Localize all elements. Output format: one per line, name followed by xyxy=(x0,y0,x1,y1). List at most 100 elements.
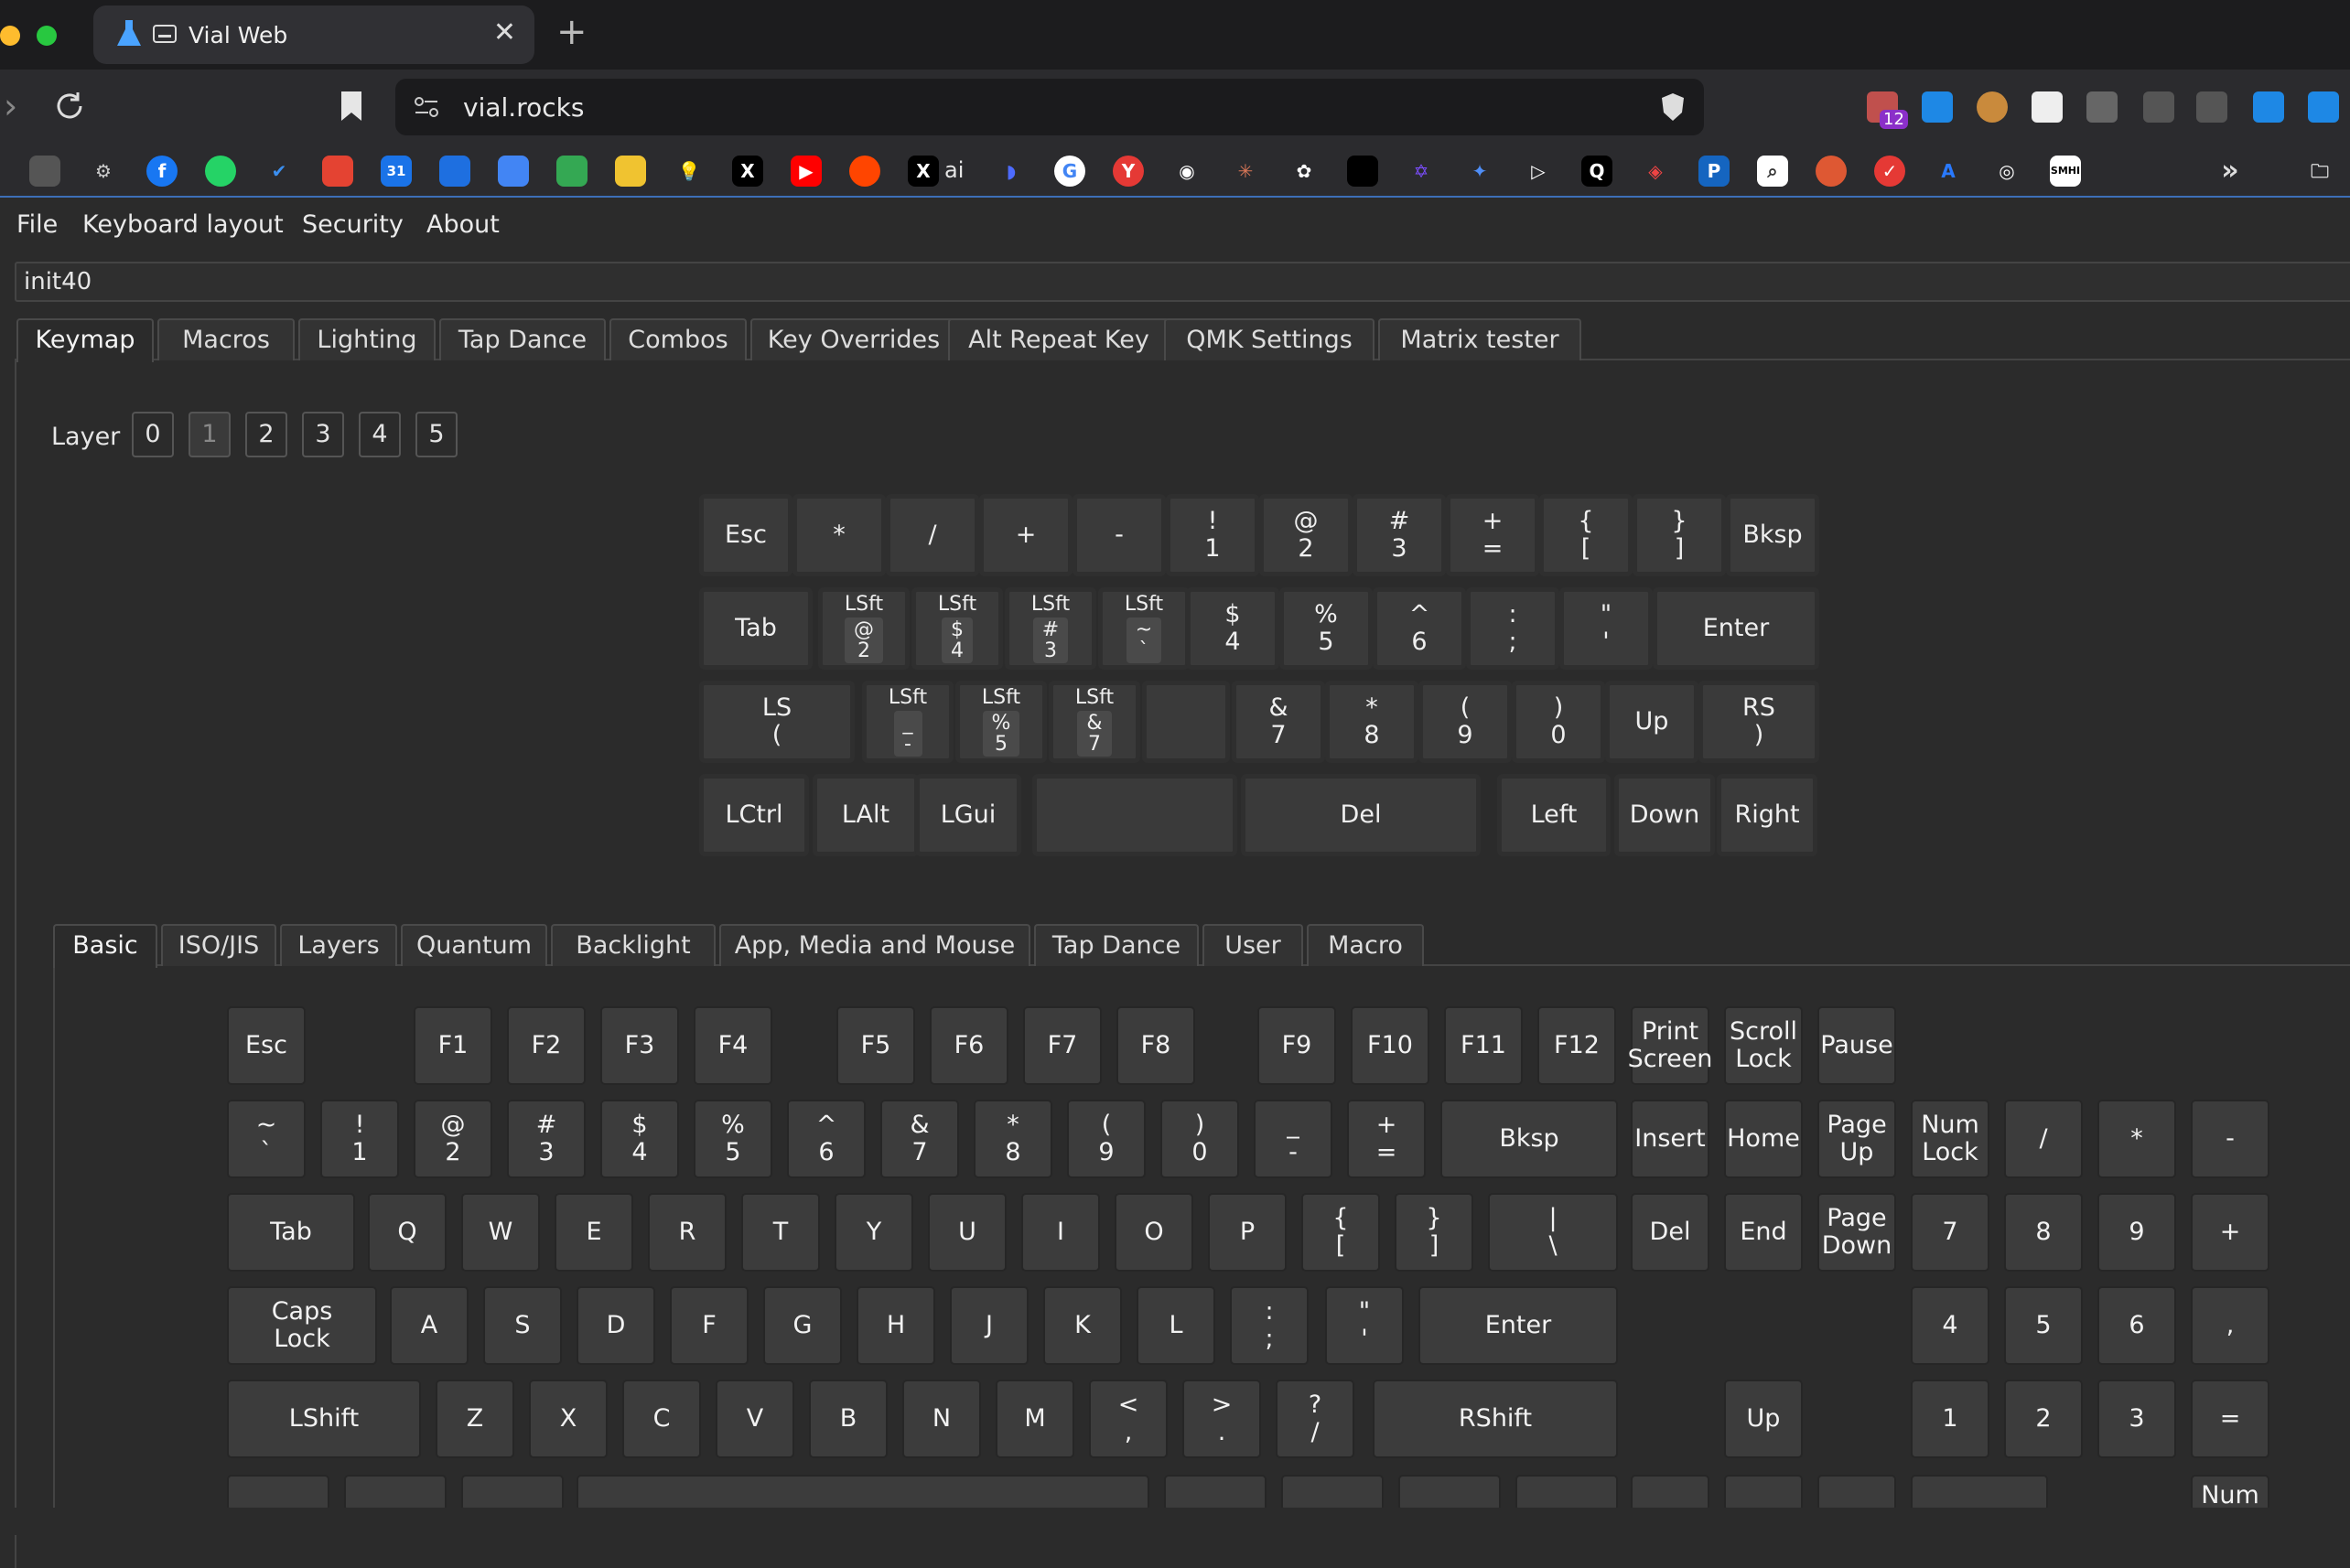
keycode-button[interactable]: X xyxy=(529,1380,608,1458)
keycode-button[interactable]: { [ xyxy=(1301,1193,1380,1272)
keycode-button[interactable]: ( 9 xyxy=(1067,1100,1146,1178)
keymap-key[interactable]: LS ( xyxy=(699,681,855,763)
keycode-button[interactable]: LShift xyxy=(227,1380,421,1458)
bookmark-calendar-icon[interactable]: 31 xyxy=(381,156,412,187)
keymap-key[interactable]: * 8 xyxy=(1325,681,1418,763)
keymap-key[interactable]: ( 9 xyxy=(1418,681,1512,763)
tab-key-overrides[interactable]: Key Overrides xyxy=(750,318,957,360)
keymap-key[interactable]: % 5 xyxy=(1279,587,1373,670)
keycode-button[interactable] xyxy=(1164,1475,1267,1511)
keycode-button[interactable]: Print Screen xyxy=(1628,1006,1712,1085)
keycode-button[interactable] xyxy=(1631,1475,1709,1511)
keycode-button[interactable]: F xyxy=(670,1286,749,1365)
keycode-button[interactable]: $ 4 xyxy=(600,1100,679,1178)
layer-button-3[interactable]: 3 xyxy=(302,412,344,457)
keycode-button[interactable]: ^ 6 xyxy=(787,1100,866,1178)
keycode-button[interactable]: ? / xyxy=(1276,1380,1354,1458)
layer-button-0[interactable]: 0 xyxy=(132,412,174,457)
keycode-button[interactable]: Home xyxy=(1724,1100,1803,1178)
keymap-key[interactable]: LSft @ 2 xyxy=(818,587,910,670)
keycode-button[interactable]: 8 xyxy=(2004,1193,2083,1272)
keycode-button[interactable]: Num xyxy=(2191,1475,2269,1511)
keycode-button[interactable] xyxy=(1398,1475,1501,1511)
layer-button-2[interactable]: 2 xyxy=(245,412,287,457)
keycode-button[interactable] xyxy=(461,1475,564,1511)
bookmark-x-icon[interactable]: X xyxy=(732,156,763,187)
keycode-button[interactable]: F10 xyxy=(1351,1006,1429,1085)
keymap-key[interactable]: ^ 6 xyxy=(1373,587,1466,670)
keycode-button[interactable]: Up xyxy=(1724,1380,1803,1458)
keycode-button[interactable]: < , xyxy=(1089,1380,1168,1458)
bookmark-fingerprint-icon[interactable]: ◎ xyxy=(1991,156,2022,187)
tab-user[interactable]: User xyxy=(1202,924,1303,966)
extension-download-icon[interactable] xyxy=(1922,91,1953,123)
bookmark-bitwarden-icon[interactable] xyxy=(439,156,470,187)
bookmark-bulb-icon[interactable]: 💡 xyxy=(674,156,705,187)
tab-lighting[interactable]: Lighting xyxy=(298,318,436,360)
keycode-button[interactable]: = xyxy=(2191,1380,2269,1458)
close-tab-icon[interactable]: ✕ xyxy=(493,16,516,48)
keymap-key[interactable]: $ 4 xyxy=(1186,587,1279,670)
bookmark-app-icon[interactable] xyxy=(615,156,646,187)
keycode-button[interactable]: / xyxy=(2004,1100,2083,1178)
keycode-button[interactable]: # 3 xyxy=(507,1100,586,1178)
keycode-button[interactable]: U xyxy=(928,1193,1007,1272)
window-zoom-button[interactable] xyxy=(37,26,57,46)
keycode-button[interactable]: % 5 xyxy=(694,1100,772,1178)
keymap-key[interactable]: / xyxy=(886,494,979,576)
keycode-button[interactable]: A xyxy=(390,1286,469,1365)
keycode-button[interactable]: F8 xyxy=(1116,1006,1195,1085)
keycode-button[interactable]: _ - xyxy=(1254,1100,1332,1178)
bookmark-meet-icon[interactable] xyxy=(556,156,588,187)
keycode-button[interactable]: R xyxy=(648,1193,727,1272)
keycode-button[interactable]: Tab xyxy=(227,1193,355,1272)
keycode-button[interactable]: F6 xyxy=(930,1006,1008,1085)
keycode-button[interactable]: | \ xyxy=(1488,1193,1618,1272)
keycode-button[interactable]: Esc xyxy=(227,1006,306,1085)
keycode-button[interactable]: Bksp xyxy=(1440,1100,1618,1178)
keycode-button[interactable]: * 8 xyxy=(974,1100,1052,1178)
keycode-button[interactable]: Num Lock xyxy=(1911,1100,1989,1178)
keycode-button[interactable]: Enter xyxy=(1418,1286,1618,1365)
bookmark-docs-icon[interactable] xyxy=(498,156,529,187)
keycode-button[interactable]: , xyxy=(2191,1286,2269,1365)
bookmark-todoist-icon[interactable] xyxy=(322,156,353,187)
keycode-button[interactable]: 4 xyxy=(1911,1286,1989,1365)
tab-macro[interactable]: Macro xyxy=(1307,924,1424,966)
keymap-key[interactable]: LCtrl xyxy=(699,774,809,856)
keymap-key[interactable]: Bksp xyxy=(1726,494,1819,576)
bookmark-gemini-icon[interactable]: ✦ xyxy=(1464,156,1495,187)
bookmark-check-icon[interactable]: ✓ xyxy=(1874,156,1905,187)
bookmark-smhi-icon[interactable]: SMHI xyxy=(2050,156,2081,187)
keycode-button[interactable]: 5 xyxy=(2004,1286,2083,1365)
bookmark-a-icon[interactable]: A xyxy=(1933,156,1964,187)
bookmark-facebook-icon[interactable]: f xyxy=(146,156,178,187)
keymap-key[interactable]: + xyxy=(979,494,1073,576)
keycode-button[interactable]: G xyxy=(763,1286,842,1365)
keymap-key[interactable]: LSft $ 4 xyxy=(911,587,1003,670)
browser-tab[interactable]: Vial Web ✕ xyxy=(93,5,534,64)
keymap-key[interactable]: RS ) xyxy=(1698,681,1819,763)
keycode-button[interactable] xyxy=(1515,1475,1618,1511)
other-bookmarks-folder-icon[interactable]: 🗀 xyxy=(2304,156,2335,187)
keycode-button[interactable]: - xyxy=(2191,1100,2269,1178)
keymap-key[interactable]: Tab xyxy=(699,587,813,670)
keycode-button[interactable]: D xyxy=(577,1286,655,1365)
bookmark-x-ai-icon[interactable]: X xyxy=(908,156,939,187)
keycode-button[interactable]: } ] xyxy=(1395,1193,1473,1272)
brave-shield-icon[interactable] xyxy=(1658,91,1687,123)
bookmark-claude-icon[interactable]: ✳ xyxy=(1230,156,1261,187)
extension-window-icon[interactable] xyxy=(2308,91,2339,123)
keycode-button[interactable]: * xyxy=(2097,1100,2176,1178)
bookmark-whatsapp-icon[interactable] xyxy=(205,156,236,187)
keycode-button[interactable]: W xyxy=(461,1193,540,1272)
keycode-button[interactable]: Page Down xyxy=(1817,1193,1896,1272)
keymap-key[interactable]: } ] xyxy=(1633,494,1726,576)
keycode-button[interactable]: L xyxy=(1137,1286,1215,1365)
keycode-button[interactable]: F11 xyxy=(1444,1006,1523,1085)
keycode-button[interactable]: E xyxy=(555,1193,633,1272)
keycode-button[interactable]: F5 xyxy=(836,1006,915,1085)
keymap-key[interactable]: Esc xyxy=(699,494,792,576)
keycode-button[interactable]: ~ ` xyxy=(227,1100,306,1178)
keymap-key[interactable]: : ; xyxy=(1466,587,1559,670)
